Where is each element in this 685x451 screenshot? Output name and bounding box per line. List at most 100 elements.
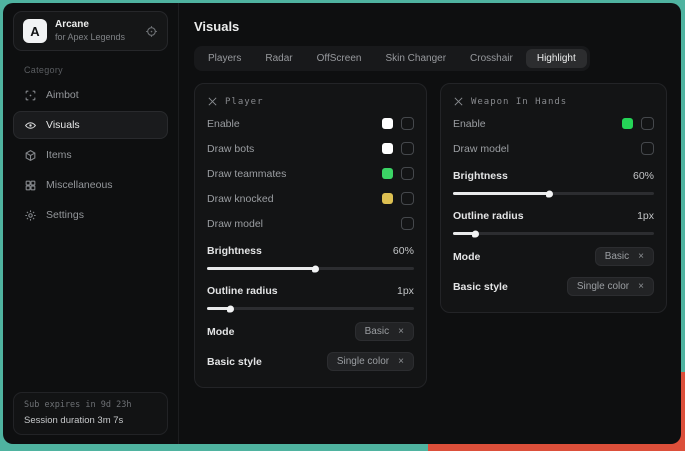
subscription-info-card: Sub expires in 9d 23h Session duration 3… <box>13 392 168 435</box>
color-swatch[interactable] <box>382 168 393 179</box>
setting-label: Draw bots <box>207 143 254 155</box>
weapon-in-hands-panel: Weapon In Hands Enable Draw model <box>440 83 667 313</box>
sidebar-item-aimbot[interactable]: Aimbot <box>13 81 168 109</box>
slider-fill <box>207 307 230 310</box>
color-swatch[interactable] <box>382 143 393 154</box>
setting-label: Draw knocked <box>207 193 274 205</box>
session-duration-text: Session duration 3m 7s <box>24 413 157 428</box>
category-label: Category <box>24 65 178 75</box>
setting-label: Outline radius <box>453 210 524 222</box>
color-swatch[interactable] <box>382 193 393 204</box>
slider-value: 60% <box>633 170 654 182</box>
outline-radius-slider[interactable] <box>453 232 654 235</box>
brightness-slider[interactable] <box>453 192 654 195</box>
select-value: Basic <box>365 326 389 337</box>
slider-fill <box>207 267 315 270</box>
mode-select[interactable]: Basic × <box>355 322 414 341</box>
checkbox[interactable] <box>641 142 654 155</box>
panel-title: Weapon In Hands <box>471 97 567 107</box>
weapon-panel-header: Weapon In Hands <box>453 96 654 107</box>
close-icon[interactable]: × <box>398 326 404 337</box>
sidebar-item-label: Aimbot <box>46 89 79 101</box>
setting-row-brightness: Brightness 60% <box>207 238 414 263</box>
setting-label: Mode <box>453 251 480 263</box>
app-subtitle: for Apex Legends <box>55 32 137 43</box>
crossed-swords-icon <box>453 96 464 107</box>
setting-row-draw-knocked: Draw knocked <box>207 186 414 211</box>
setting-row-outline-radius: Outline radius 1px <box>207 278 414 303</box>
setting-label: Brightness <box>207 245 262 257</box>
setting-label: Brightness <box>453 170 508 182</box>
slider-fill <box>453 232 475 235</box>
tab-offscreen[interactable]: OffScreen <box>306 49 373 68</box>
desktop-background: A Arcane for Apex Legends Category <box>0 0 685 451</box>
close-icon[interactable]: × <box>638 251 644 262</box>
checkbox[interactable] <box>401 192 414 205</box>
setting-label: Draw model <box>453 143 509 155</box>
app-meta: Arcane for Apex Legends <box>55 19 137 43</box>
color-swatch[interactable] <box>382 118 393 129</box>
tab-crosshair[interactable]: Crosshair <box>459 49 524 68</box>
tab-players[interactable]: Players <box>197 49 252 68</box>
app-header-card: A Arcane for Apex Legends <box>13 11 168 51</box>
setting-label: Outline radius <box>207 285 278 297</box>
setting-row-draw-model: Draw model <box>453 136 654 161</box>
checkbox[interactable] <box>401 167 414 180</box>
sidebar-item-miscellaneous[interactable]: Miscellaneous <box>13 171 168 199</box>
setting-row-mode: Mode Basic × <box>453 243 654 270</box>
outline-radius-slider[interactable] <box>207 307 414 310</box>
checkbox[interactable] <box>641 117 654 130</box>
setting-row-brightness: Brightness 60% <box>453 163 654 188</box>
mode-select[interactable]: Basic × <box>595 247 654 266</box>
crossed-swords-icon <box>207 96 218 107</box>
color-swatch[interactable] <box>622 118 633 129</box>
main-content: Visuals Players Radar OffScreen Skin Cha… <box>179 3 681 444</box>
setting-label: Basic style <box>207 356 262 368</box>
setting-label: Draw model <box>207 218 263 230</box>
basic-style-select[interactable]: Single color × <box>567 277 654 296</box>
setting-label: Enable <box>453 118 486 130</box>
setting-row-draw-teammates: Draw teammates <box>207 161 414 186</box>
player-panel: Player Enable Draw bots <box>194 83 427 388</box>
tab-radar[interactable]: Radar <box>254 49 303 68</box>
sidebar-item-settings[interactable]: Settings <box>13 201 168 229</box>
tab-skin-changer[interactable]: Skin Changer <box>374 49 457 68</box>
sidebar-item-label: Items <box>46 149 72 161</box>
setting-row-enable: Enable <box>453 111 654 136</box>
sidebar-item-visuals[interactable]: Visuals <box>13 111 168 139</box>
brightness-slider[interactable] <box>207 267 414 270</box>
tab-highlight[interactable]: Highlight <box>526 49 587 68</box>
select-value: Basic <box>605 251 629 262</box>
sidebar-item-label: Miscellaneous <box>46 179 113 191</box>
grid-icon <box>24 179 37 192</box>
sidebar-item-items[interactable]: Items <box>13 141 168 169</box>
slider-value: 1px <box>397 285 414 297</box>
setting-label: Basic style <box>453 281 508 293</box>
checkbox[interactable] <box>401 117 414 130</box>
close-icon[interactable]: × <box>398 356 404 367</box>
close-icon[interactable]: × <box>638 281 644 292</box>
setting-row-basic-style: Basic style Single color × <box>453 273 654 300</box>
setting-row-outline-radius: Outline radius 1px <box>453 203 654 228</box>
sidebar: A Arcane for Apex Legends Category <box>3 3 179 444</box>
target-icon[interactable] <box>145 25 158 38</box>
select-value: Single color <box>337 356 389 367</box>
sidebar-item-label: Settings <box>46 209 84 221</box>
setting-row-draw-bots: Draw bots <box>207 136 414 161</box>
page-title: Visuals <box>194 19 681 34</box>
checkbox[interactable] <box>401 217 414 230</box>
slider-fill <box>453 192 550 195</box>
box-icon <box>24 149 37 162</box>
setting-row-draw-model: Draw model <box>207 211 414 236</box>
sidebar-nav: Aimbot Visuals <box>3 81 178 229</box>
setting-row-enable: Enable <box>207 111 414 136</box>
panels-container: Player Enable Draw bots <box>179 71 681 388</box>
checkbox[interactable] <box>401 142 414 155</box>
setting-row-basic-style: Basic style Single color × <box>207 348 414 375</box>
slider-value: 60% <box>393 245 414 257</box>
app-title: Arcane <box>55 19 137 32</box>
basic-style-select[interactable]: Single color × <box>327 352 414 371</box>
player-panel-header: Player <box>207 96 414 107</box>
app-logo: A <box>23 19 47 43</box>
setting-row-mode: Mode Basic × <box>207 318 414 345</box>
